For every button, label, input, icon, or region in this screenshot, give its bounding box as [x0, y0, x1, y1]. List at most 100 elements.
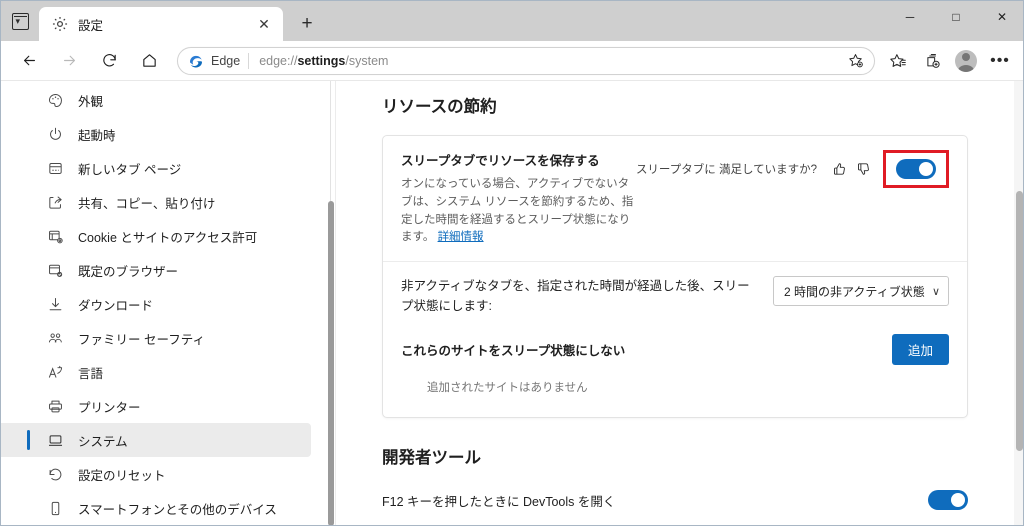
omnibox-brand-label: Edge [211, 53, 241, 68]
navigation-toolbar: Edge edge://settings/system ••• [1, 41, 1023, 81]
page-body: 外観 起動時 新しいタブ ページ 共有、コピー、貼り付け Cookie とサイト… [1, 81, 1023, 525]
printer-icon [45, 396, 65, 416]
sidebar-item-label: ダウンロード [78, 298, 154, 313]
sidebar-item-family-safety[interactable]: ファミリー セーフティ [1, 321, 311, 355]
thumbs-down-icon[interactable] [851, 157, 875, 181]
profile-avatar-icon[interactable] [949, 45, 983, 77]
sidebar-item-downloads[interactable]: ダウンロード [1, 287, 311, 321]
f12-devtools-row: F12 キーを押したときに DevTools を開く [382, 490, 968, 511]
avatar [955, 49, 977, 72]
new-tab-button[interactable]: + [290, 9, 324, 39]
sidebar-item-phone-other-devices[interactable]: スマートフォンとその他のデバイス [1, 491, 311, 525]
devtools-title: 開発者ツール [382, 449, 481, 468]
sidebar-item-default-browser[interactable]: 既定のブラウザー [1, 253, 311, 287]
close-window-button[interactable]: ✕ [979, 1, 1023, 33]
star-add-icon[interactable] [842, 49, 868, 73]
sidebar-item-on-startup[interactable]: 起動時 [1, 117, 311, 151]
maximize-button[interactable]: □ [933, 1, 979, 33]
sleeping-tabs-row: スリープタブでリソースを保存する オンになっている場合、アクティブでないタブは、… [383, 136, 967, 261]
sidebar-item-appearance[interactable]: 外観 [1, 83, 311, 117]
url-bold-segment: settings [297, 53, 346, 68]
system-icon [45, 430, 65, 450]
ellipsis-glyph: ••• [990, 51, 1010, 69]
refresh-icon[interactable] [91, 45, 127, 77]
sidebar-item-label: 既定のブラウザー [78, 264, 179, 279]
phone-icon [45, 498, 65, 518]
sidebar-item-new-tab-page[interactable]: 新しいタブ ページ [1, 151, 311, 185]
browser-tab[interactable]: 設定 ✕ [39, 7, 283, 41]
reset-icon [45, 464, 65, 484]
minimize-button[interactable]: ─ [887, 1, 933, 33]
sidebar-item-label: 起動時 [78, 128, 116, 143]
sidebar-item-label: 外観 [78, 94, 104, 109]
family-safety-icon [45, 328, 65, 348]
collections-icon[interactable] [915, 45, 949, 77]
page-title-resource-saving: リソースの節約 [382, 98, 497, 116]
url-suffix: /system [345, 53, 389, 68]
forward-icon[interactable] [51, 45, 87, 77]
settings-sidebar: 外観 起動時 新しいタブ ページ 共有、コピー、貼り付け Cookie とサイト… [1, 81, 336, 525]
feedback-question: スリープタブに 満足していますか? [635, 164, 817, 176]
sleeping-tabs-options-row: 非アクティブなタブを、指定された時間が経過した後、スリープ状態にします: 2 時… [383, 261, 967, 417]
tab-strip: 設定 ✕ + ─ □ ✕ [1, 1, 1023, 41]
sleeping-tabs-card: スリープタブでリソースを保存する オンになっている場合、アクティブでないタブは、… [382, 135, 968, 419]
browser-window: 設定 ✕ + ─ □ ✕ [0, 0, 1024, 526]
url-prefix: edge:// [259, 53, 298, 68]
never-sleep-sites-label: これらのサイトをスリープ状態にしない [401, 344, 626, 359]
dropdown-selected-value: 2 時間の非アクティブ状態 [784, 284, 925, 299]
settings-content: リソースの節約 スリープタブでリソースを保存する オンになっている場合、アクティ… [336, 81, 1023, 525]
no-sites-message: 追加されたサイトはありません [427, 382, 588, 395]
sidebar-scrollbar-thumb[interactable] [328, 201, 334, 525]
omnibox-url: edge://settings/system [259, 54, 388, 68]
window-controls: ─ □ ✕ [887, 1, 1023, 33]
sidebar-item-label: 言語 [78, 366, 104, 381]
sidebar-item-cookies-permissions[interactable]: Cookie とサイトのアクセス許可 [1, 219, 311, 253]
thumbs-up-icon[interactable] [827, 157, 851, 181]
sidebar-item-label: 新しいタブ ページ [78, 162, 182, 177]
inactive-timer-label: 非アクティブなタブを、指定された時間が経過した後、スリープ状態にします: [401, 279, 750, 314]
sidebar-item-label: 設定のリセット [78, 468, 166, 483]
sidebar-item-label: システム [78, 434, 128, 449]
sleeping-tabs-toggle[interactable] [896, 159, 936, 179]
new-tab-page-icon [45, 158, 65, 178]
more-options-icon[interactable]: ••• [983, 45, 1017, 77]
cookies-icon [45, 226, 65, 246]
toggle-knob [951, 493, 965, 508]
sidebar-item-label: Cookie とサイトのアクセス許可 [78, 230, 258, 245]
power-icon [45, 124, 65, 144]
default-browser-icon [45, 260, 65, 280]
gear-icon [51, 15, 69, 33]
sidebar-item-label: 共有、コピー、貼り付け [78, 196, 216, 211]
sidebar-item-languages[interactable]: 言語 [1, 355, 311, 389]
tab-close-icon[interactable]: ✕ [253, 13, 275, 35]
f12-devtools-toggle[interactable] [928, 490, 968, 511]
sleeping-tabs-toggle-highlight [883, 150, 949, 188]
inactive-timer-dropdown[interactable]: 2 時間の非アクティブ状態 ∨ [773, 276, 949, 307]
edge-logo-icon [188, 53, 204, 69]
home-icon[interactable] [131, 45, 167, 77]
sidebar-item-system[interactable]: システム [1, 423, 311, 457]
sidebar-list: 外観 起動時 新しいタブ ページ 共有、コピー、貼り付け Cookie とサイト… [1, 81, 335, 525]
toggle-knob [919, 162, 933, 176]
sleeping-tabs-description: オンになっている場合、アクティブでないタブは、システム リソースを節約するため、… [401, 176, 636, 247]
omnibox-divider [248, 52, 250, 69]
share-icon [45, 192, 65, 212]
sidebar-item-printers[interactable]: プリンター [1, 389, 311, 423]
sidebar-item-label: ファミリー セーフティ [78, 332, 205, 347]
content-scrollbar-thumb[interactable] [1016, 191, 1023, 451]
f12-devtools-label: F12 キーを押したときに DevTools を開く [382, 494, 616, 509]
devtools-section: 開発者ツール F12 キーを押したときに DevTools を開く [382, 444, 1023, 511]
sleeping-tabs-title: スリープタブでリソースを保存する [401, 154, 600, 168]
download-icon [45, 294, 65, 314]
palette-icon [45, 90, 65, 110]
address-bar[interactable]: Edge edge://settings/system [177, 46, 875, 75]
learn-more-link[interactable]: 詳細情報 [438, 231, 484, 243]
language-icon [45, 362, 65, 382]
description-text: オンになっている場合、アクティブでないタブは、システム リソースを節約するため、… [401, 178, 634, 244]
add-site-button[interactable]: 追加 [891, 334, 949, 366]
favorites-star-icon[interactable] [881, 45, 915, 77]
sidebar-item-reset-settings[interactable]: 設定のリセット [1, 457, 311, 491]
tab-search-icon[interactable] [1, 1, 39, 41]
sidebar-item-share-copy-paste[interactable]: 共有、コピー、貼り付け [1, 185, 311, 219]
back-icon[interactable] [11, 45, 47, 77]
